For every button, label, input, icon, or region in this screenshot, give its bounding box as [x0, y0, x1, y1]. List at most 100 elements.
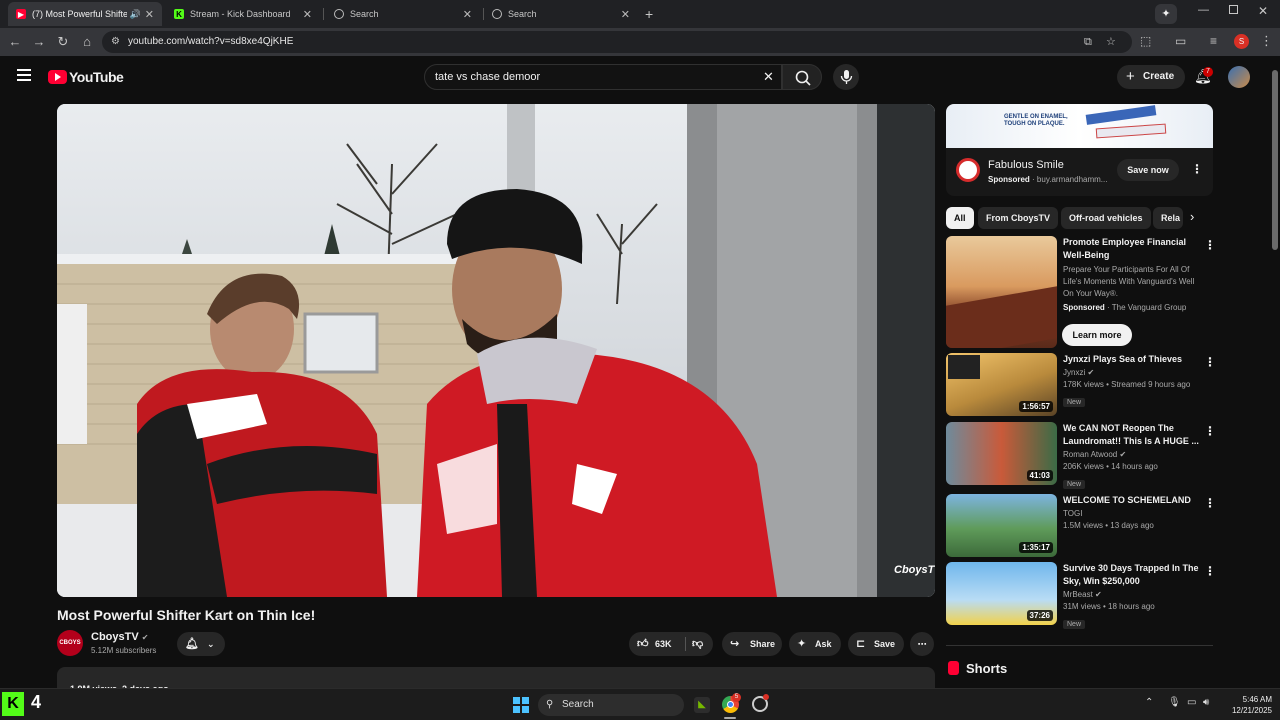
channel-avatar[interactable]: CBOYS	[57, 630, 83, 656]
split-view-icon[interactable]: ▭	[1175, 34, 1186, 48]
rec-thumbnail[interactable]: 41:03	[946, 422, 1057, 485]
media-controls-icon[interactable]: ≡	[1210, 34, 1217, 48]
microphone-tray-icon[interactable]: 🎙︎	[1168, 697, 1181, 708]
new-badge: New	[1063, 398, 1086, 407]
chrome-badge: 5	[732, 693, 741, 702]
voice-search-button[interactable]	[833, 64, 859, 90]
like-icon[interactable]: 👍︎	[637, 632, 649, 656]
save-button[interactable]: ⊏ Save	[848, 632, 904, 656]
chip-all[interactable]: All	[946, 207, 974, 229]
notification-count-badge: 7	[1203, 67, 1213, 77]
like-count[interactable]: 63K	[655, 632, 672, 656]
tray-chevron-icon[interactable]: ⌃	[1145, 697, 1153, 708]
rec-title: WELCOME TO SCHEMELAND	[1063, 495, 1191, 505]
extensions-icon[interactable]: ⬚	[1140, 34, 1151, 48]
ad-domain: buy.armandhamm...	[1036, 175, 1108, 184]
rec-item[interactable]: WELCOME TO SCHEMELAND TOGI 1.5M views • …	[1063, 494, 1199, 532]
rec-thumbnail[interactable]: 1:35:17	[946, 494, 1057, 557]
tab-title: Search	[350, 9, 379, 19]
rec-item[interactable]: Survive 30 Days Trapped In The Sky, Win …	[1063, 562, 1199, 631]
address-bar[interactable]: ⚙ youtube.com/watch?v=sd8xe4QjKHE ⧉ ☆	[102, 31, 1132, 53]
tab-search-1[interactable]: Search ✕	[326, 2, 480, 26]
close-tab-icon[interactable]: ✕	[303, 8, 312, 21]
account-avatar[interactable]	[1228, 66, 1250, 88]
save-label: Save	[874, 639, 896, 649]
tab-kick[interactable]: K Stream - Kick Dashboard ✕	[166, 2, 320, 26]
reload-icon[interactable]: ↻	[54, 33, 72, 51]
learn-more-button[interactable]: Learn more	[1062, 324, 1132, 346]
dislike-icon[interactable]: 👎︎	[692, 632, 703, 656]
close-tab-icon[interactable]: ✕	[145, 8, 154, 21]
create-button[interactable]: + Create	[1117, 65, 1185, 89]
rec-item-sponsored[interactable]: Promote Employee Financial Well-Being Pr…	[1063, 236, 1199, 314]
chip-related[interactable]: Rela	[1153, 207, 1183, 229]
ask-button[interactable]: ✦ Ask	[789, 632, 841, 656]
speaker-icon[interactable]: 🔊	[130, 9, 141, 20]
tab-youtube[interactable]: ▶ (7) Most Powerful Shifter K 🔊 ✕	[8, 2, 162, 26]
ad-card[interactable]: GENTLE ON ENAMEL, TOUGH ON PLAQUE. Fabul…	[946, 104, 1213, 196]
clear-search-icon[interactable]: ✕	[763, 65, 774, 89]
windows-start-icon[interactable]	[513, 697, 529, 713]
subscribe-bell-button[interactable]: 🔔︎ ⌄	[177, 632, 225, 656]
close-tab-icon[interactable]: ✕	[463, 8, 472, 21]
rec-channel: Roman Atwood	[1063, 450, 1118, 459]
volume-icon[interactable]: 🔊︎	[1203, 697, 1209, 708]
tab-search-2[interactable]: Search ✕	[484, 2, 638, 26]
rec-thumbnail[interactable]	[946, 236, 1057, 348]
hamburger-menu-icon[interactable]	[17, 69, 31, 81]
profile-avatar[interactable]: S	[1234, 34, 1249, 49]
rec-menu-icon[interactable]: ⋮	[1204, 238, 1216, 252]
ad-banner[interactable]: GENTLE ON ENAMEL, TOUGH ON PLAQUE.	[946, 104, 1213, 148]
channel-name[interactable]: CboysTV ✔	[91, 631, 148, 643]
new-badge: New	[1063, 620, 1086, 629]
search-button[interactable]	[782, 64, 822, 90]
ad-cta-button[interactable]: Save now	[1117, 159, 1179, 181]
close-tab-icon[interactable]: ✕	[621, 8, 630, 21]
microphone-icon	[840, 70, 853, 84]
rec-item[interactable]: We CAN NOT Reopen The Laundromat!! This …	[1063, 422, 1199, 491]
ad-menu-icon[interactable]: ⋮	[1191, 162, 1203, 176]
maximize-icon[interactable]	[1229, 5, 1238, 14]
rec-thumbnail[interactable]: 37:26	[946, 562, 1057, 625]
rec-menu-icon[interactable]: ⋮	[1204, 424, 1216, 438]
rec-menu-icon[interactable]: ⋮	[1204, 496, 1216, 510]
rec-menu-icon[interactable]: ⋮	[1204, 564, 1216, 578]
page-scrollbar[interactable]	[1271, 60, 1279, 688]
rec-meta: 206K views • 14 hours ago	[1063, 462, 1158, 471]
rec-title: Jynxzi Plays Sea of Thieves	[1063, 354, 1183, 364]
chevron-right-icon[interactable]: ›	[1190, 209, 1194, 224]
rec-thumbnail[interactable]: 1:56:57	[946, 353, 1057, 416]
close-window-icon[interactable]: ✕	[1258, 4, 1268, 18]
forward-icon[interactable]: →	[30, 33, 48, 51]
chip-off-road[interactable]: Off-road vehicles	[1061, 207, 1151, 229]
install-app-icon[interactable]: ⧉	[1084, 31, 1092, 53]
network-icon[interactable]: ▭	[1187, 697, 1196, 708]
share-button[interactable]: ↪ Share	[722, 632, 782, 656]
minimize-icon[interactable]: —	[1198, 4, 1209, 16]
gemini-sparkle-icon[interactable]: ✦	[1155, 4, 1177, 24]
system-clock[interactable]: 5:46 AM 12/21/2025	[1222, 694, 1272, 716]
youtube-play-icon	[48, 70, 67, 84]
chip-from-channel[interactable]: From CboysTV	[978, 207, 1059, 229]
verified-icon: ✔	[141, 633, 149, 642]
taskbar-search[interactable]: ⚲ Search	[538, 694, 684, 716]
new-tab-icon[interactable]: +	[645, 6, 653, 22]
rec-menu-icon[interactable]: ⋮	[1204, 355, 1216, 369]
bookmark-star-icon[interactable]: ☆	[1106, 31, 1116, 53]
browser-menu-icon[interactable]: ⋮	[1260, 33, 1273, 49]
youtube-logo[interactable]: YouTube	[48, 69, 124, 85]
home-icon[interactable]: ⌂	[78, 33, 96, 51]
chevron-down-icon: ⌄	[207, 639, 215, 649]
more-actions-button[interactable]: ⋯	[910, 632, 934, 656]
search-input[interactable]: tate vs chase demoor ✕	[424, 64, 782, 90]
kick-widget-icon[interactable]: K	[2, 692, 24, 716]
video-player[interactable]: CboysTV	[57, 104, 935, 597]
back-icon[interactable]: ←	[6, 33, 24, 51]
scrollbar-thumb[interactable]	[1272, 70, 1278, 250]
toothpaste-box-image	[1095, 123, 1167, 139]
boat-image	[946, 286, 1057, 348]
site-info-icon[interactable]: ⚙	[111, 31, 120, 53]
rec-item[interactable]: Jynxzi Plays Sea of Thieves Jynxzi ✔ 178…	[1063, 353, 1199, 409]
description-box[interactable]: 1.9M views 2 days ago	[57, 667, 935, 694]
nvidia-icon[interactable]: ◣	[694, 697, 710, 713]
